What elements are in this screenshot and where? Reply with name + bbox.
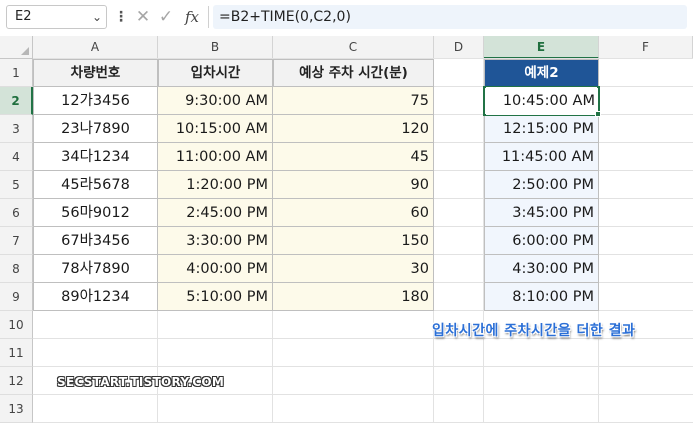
table-cell-plate[interactable]: 12가3456 bbox=[33, 87, 158, 115]
row-header-3[interactable]: 3 bbox=[0, 115, 33, 143]
table-cell-parking-minutes[interactable]: 90 bbox=[273, 171, 434, 199]
close-icon[interactable]: ✕ bbox=[133, 7, 153, 27]
watermark: SECSTART.TISTORY.COM bbox=[57, 375, 225, 389]
active-cell-value[interactable]: 10:45:00 AM bbox=[486, 87, 597, 115]
row-header-5[interactable]: 5 bbox=[0, 171, 33, 199]
table-header-a[interactable]: 차량번호 bbox=[33, 59, 158, 87]
row-header-4[interactable]: 4 bbox=[0, 143, 33, 171]
fill-handle[interactable] bbox=[595, 111, 601, 117]
table-cell-entry-time[interactable]: 10:15:00 AM bbox=[158, 115, 273, 143]
formula-input[interactable]: =B2+TIME(0,C2,0) bbox=[213, 5, 687, 29]
result-cell[interactable]: 3:45:00 PM bbox=[484, 199, 599, 227]
chevron-down-icon[interactable]: ⌄ bbox=[92, 6, 102, 28]
row-header-13[interactable]: 13 bbox=[0, 395, 33, 423]
result-cell[interactable]: 4:30:00 PM bbox=[484, 255, 599, 283]
row-header-1[interactable]: 1 bbox=[0, 59, 33, 87]
row-header-2[interactable]: 2 bbox=[0, 87, 33, 115]
table-cell-plate[interactable]: 89아1234 bbox=[33, 283, 158, 311]
table-cell-entry-time[interactable]: 9:30:00 AM bbox=[158, 87, 273, 115]
row-header-9[interactable]: 9 bbox=[0, 283, 33, 311]
table-cell-entry-time[interactable]: 4:00:00 PM bbox=[158, 255, 273, 283]
more-options-icon[interactable]: ⋮ bbox=[114, 7, 128, 27]
column-header-a[interactable]: A bbox=[33, 36, 158, 59]
gridline bbox=[33, 394, 693, 395]
table-cell-entry-time[interactable]: 5:10:00 PM bbox=[158, 283, 273, 311]
table-cell-entry-time[interactable]: 3:30:00 PM bbox=[158, 227, 273, 255]
row-header-7[interactable]: 7 bbox=[0, 227, 33, 255]
row-header-6[interactable]: 6 bbox=[0, 199, 33, 227]
select-all-corner[interactable] bbox=[0, 36, 33, 59]
result-cell[interactable]: 11:45:00 AM bbox=[484, 143, 599, 171]
row-header-8[interactable]: 8 bbox=[0, 255, 33, 283]
table-cell-parking-minutes[interactable]: 75 bbox=[273, 87, 434, 115]
row-header-12[interactable]: 12 bbox=[0, 367, 33, 395]
column-header-b[interactable]: B bbox=[158, 36, 273, 59]
table-cell-entry-time[interactable]: 2:45:00 PM bbox=[158, 199, 273, 227]
row-header-11[interactable]: 11 bbox=[0, 339, 33, 367]
table-cell-entry-time[interactable]: 1:20:00 PM bbox=[158, 171, 273, 199]
annotation-text: 입차시간에 주차시간을 더한 결과 bbox=[432, 323, 636, 339]
table-cell-parking-minutes[interactable]: 45 bbox=[273, 143, 434, 171]
table-cell-parking-minutes[interactable]: 120 bbox=[273, 115, 434, 143]
formula-bar-divider bbox=[208, 6, 209, 28]
table-header-c[interactable]: 예상 주차 시간(분) bbox=[273, 59, 434, 87]
gridline bbox=[33, 366, 693, 367]
table-cell-plate[interactable]: 23나7890 bbox=[33, 115, 158, 143]
table-cell-plate[interactable]: 45라5678 bbox=[33, 171, 158, 199]
row-header-10[interactable]: 10 bbox=[0, 311, 33, 339]
result-header[interactable]: 예제2 bbox=[484, 59, 599, 87]
result-cell[interactable]: 12:15:00 PM bbox=[484, 115, 599, 143]
table-cell-plate[interactable]: 56마9012 bbox=[33, 199, 158, 227]
result-cell[interactable]: 6:00:00 PM bbox=[484, 227, 599, 255]
table-cell-parking-minutes[interactable]: 60 bbox=[273, 199, 434, 227]
table-cell-plate[interactable]: 34다1234 bbox=[33, 143, 158, 171]
result-cell[interactable]: 8:10:00 PM bbox=[484, 283, 599, 311]
name-box[interactable]: E2 ⌄ bbox=[6, 5, 107, 29]
column-header-f[interactable]: F bbox=[599, 36, 693, 59]
column-header-c[interactable]: C bbox=[273, 36, 434, 59]
table-cell-parking-minutes[interactable]: 30 bbox=[273, 255, 434, 283]
column-header-e[interactable]: E bbox=[484, 36, 599, 59]
insert-function-icon[interactable]: fx bbox=[181, 6, 203, 28]
check-icon[interactable]: ✓ bbox=[156, 7, 176, 27]
table-cell-plate[interactable]: 67바3456 bbox=[33, 227, 158, 255]
table-cell-parking-minutes[interactable]: 180 bbox=[273, 283, 434, 311]
name-box-value: E2 bbox=[15, 9, 32, 24]
table-cell-entry-time[interactable]: 11:00:00 AM bbox=[158, 143, 273, 171]
table-cell-plate[interactable]: 78사7890 bbox=[33, 255, 158, 283]
column-header-d[interactable]: D bbox=[434, 36, 484, 59]
formula-bar: E2 ⌄ ⋮ ✕ ✓ fx =B2+TIME(0,C2,0) bbox=[0, 0, 693, 34]
result-cell[interactable]: 2:50:00 PM bbox=[484, 171, 599, 199]
table-header-b[interactable]: 입차시간 bbox=[158, 59, 273, 87]
table-cell-parking-minutes[interactable]: 150 bbox=[273, 227, 434, 255]
